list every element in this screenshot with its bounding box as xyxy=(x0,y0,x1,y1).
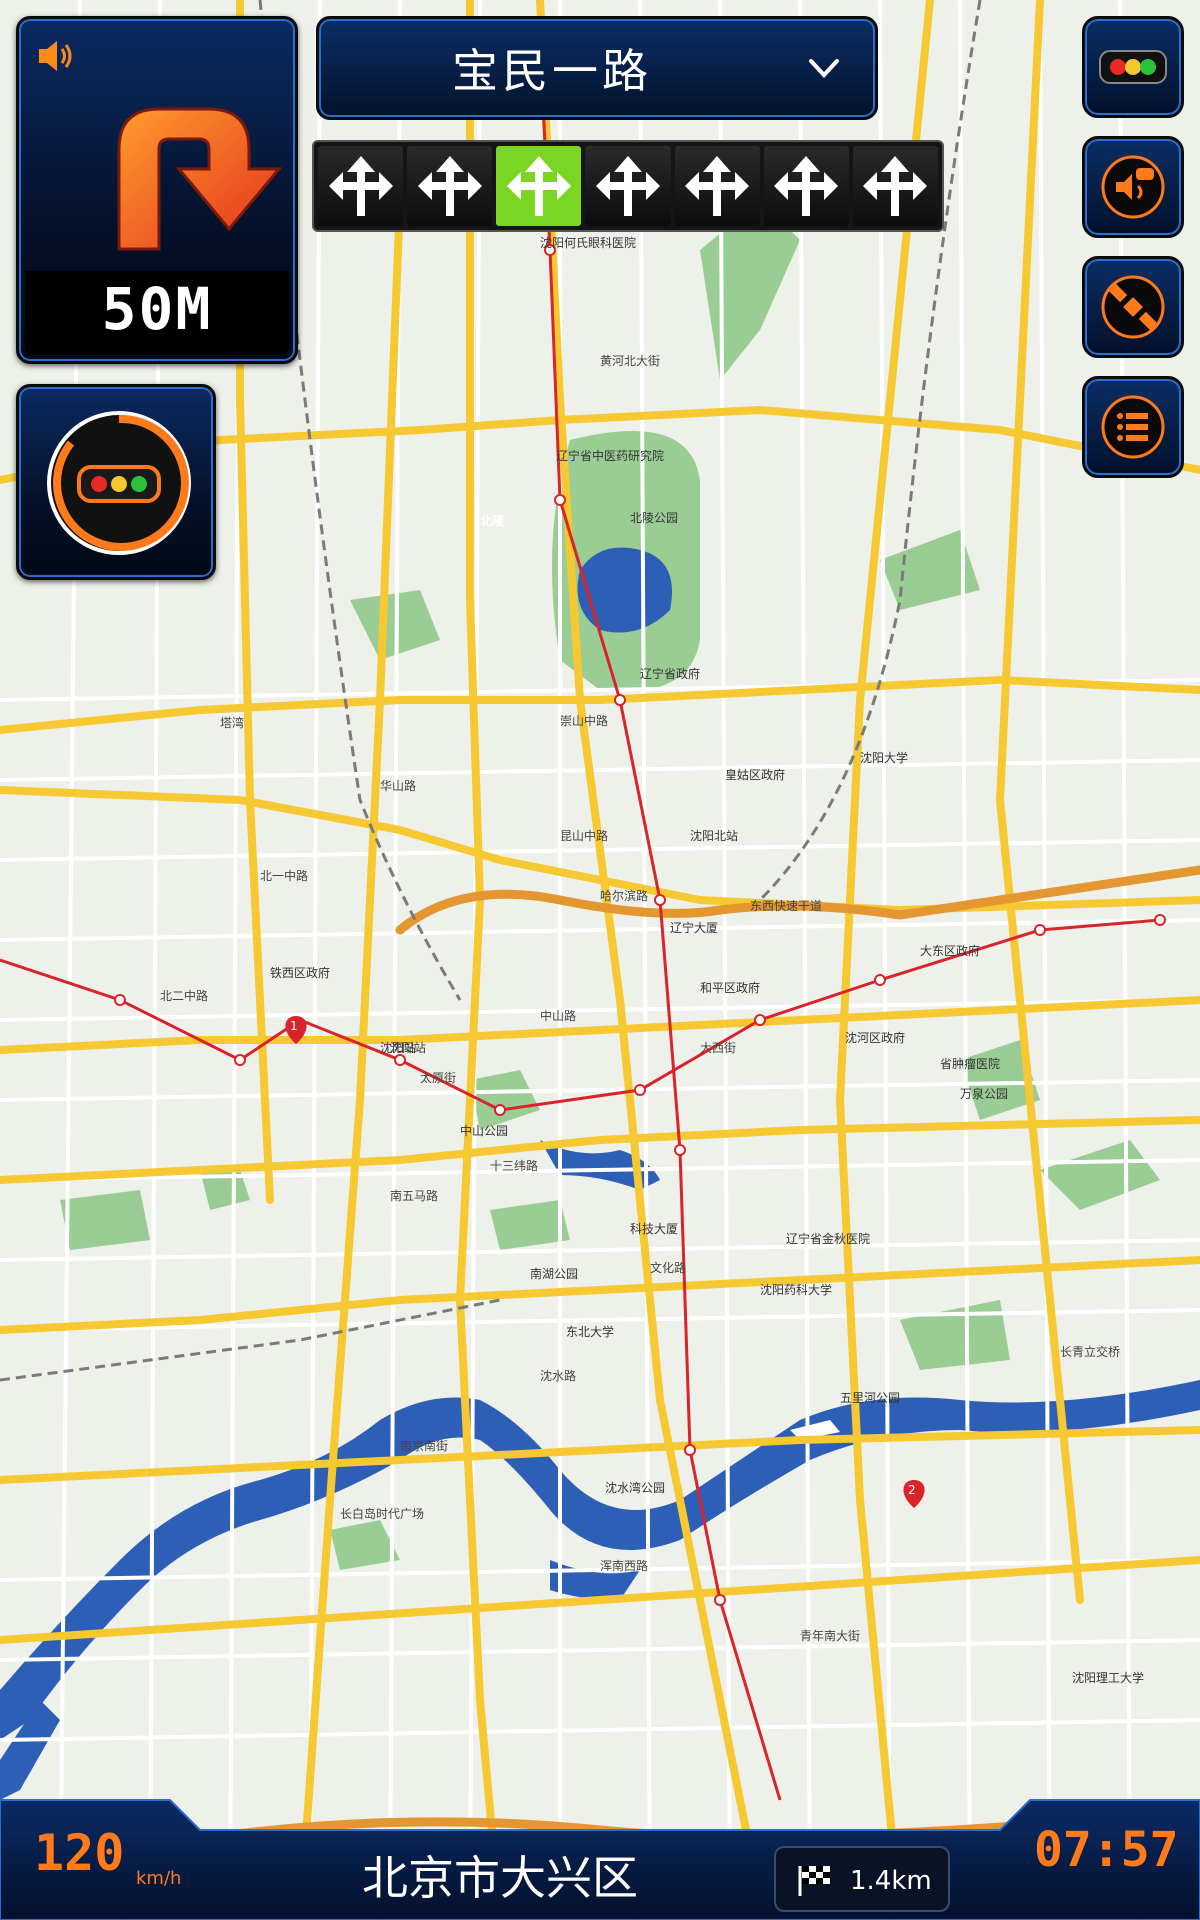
svg-text:中山路: 中山路 xyxy=(540,1008,576,1023)
svg-text:黄河北大街: 黄河北大街 xyxy=(600,354,660,368)
lane-arrow-icon xyxy=(685,156,750,216)
svg-text:华山路: 华山路 xyxy=(380,778,416,793)
svg-text:长青立交桥: 长青立交桥 xyxy=(1060,1344,1120,1359)
traffic-light-button[interactable] xyxy=(1082,16,1184,118)
lane-3-active xyxy=(496,146,582,226)
traffic-light-icon[interactable] xyxy=(41,405,197,561)
lane-6 xyxy=(763,146,849,226)
svg-text:科技大厦: 科技大厦 xyxy=(630,1222,678,1236)
svg-text:铁西区政府: 铁西区政府 xyxy=(270,965,330,980)
svg-text:东西快速干道: 东西快速干道 xyxy=(750,899,822,913)
svg-text:沈河区政府: 沈河区政府 xyxy=(845,1030,905,1045)
svg-text:辽宁大厦: 辽宁大厦 xyxy=(670,920,718,935)
svg-text:北陵公园: 北陵公园 xyxy=(630,511,678,525)
svg-text:塔湾: 塔湾 xyxy=(220,715,244,730)
clock: 07:57 xyxy=(1034,1822,1179,1878)
remaining-distance-box[interactable]: 1.4km xyxy=(774,1846,950,1912)
svg-text:南五马路: 南五马路 xyxy=(390,1188,438,1203)
finish-flag-icon xyxy=(798,1866,830,1896)
svg-text:太原街: 太原街 xyxy=(420,1070,456,1085)
voice-icon xyxy=(1101,155,1165,219)
svg-text:北陵: 北陵 xyxy=(480,513,505,528)
svg-text:万泉公园: 万泉公园 xyxy=(960,1087,1008,1101)
svg-text:文化路: 文化路 xyxy=(650,1260,686,1275)
lane-arrow-icon xyxy=(506,156,571,216)
lane-1 xyxy=(318,146,404,226)
svg-text:辽宁省金秋医院: 辽宁省金秋医院 xyxy=(786,1231,870,1246)
svg-text:辽宁省政府: 辽宁省政府 xyxy=(640,666,700,681)
svg-text:和平区政府: 和平区政府 xyxy=(700,980,760,995)
svg-text:辽宁省中医药研究院: 辽宁省中医药研究院 xyxy=(556,448,664,463)
svg-text:省肿瘤医院: 省肿瘤医院 xyxy=(940,1056,1000,1071)
svg-text:大西街: 大西街 xyxy=(700,1041,736,1055)
road-name-label: 宝民一路 xyxy=(452,44,652,98)
traffic-toggle-panel[interactable] xyxy=(16,384,216,580)
svg-text:昆山中路: 昆山中路 xyxy=(560,828,608,843)
svg-text:沈阳大学: 沈阳大学 xyxy=(860,750,908,765)
current-speed: 120 xyxy=(34,1824,125,1882)
svg-text:北一中路: 北一中路 xyxy=(260,868,308,883)
lane-arrow-icon xyxy=(417,156,482,216)
svg-text:2: 2 xyxy=(908,1483,916,1497)
turn-right-arrow-icon xyxy=(117,107,283,251)
svg-text:沈阳站: 沈阳站 xyxy=(380,1040,416,1055)
lane-guidance xyxy=(312,140,944,232)
svg-text:中山公园: 中山公园 xyxy=(460,1123,508,1138)
lane-7 xyxy=(852,146,938,226)
svg-text:浑南西路: 浑南西路 xyxy=(600,1558,648,1573)
traffic-light-icon xyxy=(1099,50,1167,84)
svg-text:北二中路: 北二中路 xyxy=(160,988,208,1003)
svg-text:皇姑区政府: 皇姑区政府 xyxy=(725,767,785,782)
svg-text:十三纬路: 十三纬路 xyxy=(490,1158,538,1173)
current-road-name[interactable]: 宝民一路 xyxy=(316,16,878,120)
svg-text:沈阳药科大学: 沈阳药科大学 xyxy=(760,1282,832,1297)
svg-text:青年南大街: 青年南大街 xyxy=(800,1628,860,1643)
svg-text:大东区政府: 大东区政府 xyxy=(920,943,980,958)
svg-text:东北大学: 东北大学 xyxy=(566,1324,614,1339)
svg-text:五里河公园: 五里河公园 xyxy=(840,1391,900,1405)
speed-unit: km/h xyxy=(136,1868,182,1889)
lane-arrow-icon xyxy=(595,156,660,216)
turn-instruction-panel[interactable]: 50M xyxy=(16,16,298,364)
lane-arrow-icon xyxy=(863,156,928,216)
speaker-icon[interactable] xyxy=(33,33,79,79)
menu-button[interactable] xyxy=(1082,376,1184,478)
lane-5 xyxy=(674,146,760,226)
turn-distance: 50M xyxy=(101,275,213,343)
svg-text:沈水湾公园: 沈水湾公园 xyxy=(605,1480,665,1495)
satellite-icon xyxy=(1101,275,1165,339)
lane-arrow-icon xyxy=(774,156,839,216)
svg-text:1: 1 xyxy=(290,1019,298,1033)
svg-text:哈尔滨路: 哈尔滨路 xyxy=(600,888,648,903)
svg-text:沈水路: 沈水路 xyxy=(540,1368,576,1383)
svg-text:沈阳何氏眼科医院: 沈阳何氏眼科医院 xyxy=(540,235,636,250)
svg-text:崇山中路: 崇山中路 xyxy=(560,713,608,728)
menu-icon xyxy=(1101,395,1165,459)
remaining-distance: 1.4km xyxy=(850,1866,932,1896)
satellite-button[interactable] xyxy=(1082,256,1184,358)
svg-text:长白岛时代广场: 长白岛时代广场 xyxy=(340,1506,424,1521)
voice-button[interactable] xyxy=(1082,136,1184,238)
lane-4 xyxy=(585,146,671,226)
svg-text:沈阳北站: 沈阳北站 xyxy=(690,828,738,843)
svg-text:沈阳理工大学: 沈阳理工大学 xyxy=(1072,1670,1144,1685)
svg-text:南京南街: 南京南街 xyxy=(400,1438,448,1453)
svg-text:南湖公园: 南湖公园 xyxy=(530,1266,578,1281)
chevron-down-icon[interactable] xyxy=(807,55,841,83)
lane-arrow-icon xyxy=(328,156,393,216)
current-location: 北京市大兴区 xyxy=(362,1851,638,1905)
lane-2 xyxy=(407,146,493,226)
